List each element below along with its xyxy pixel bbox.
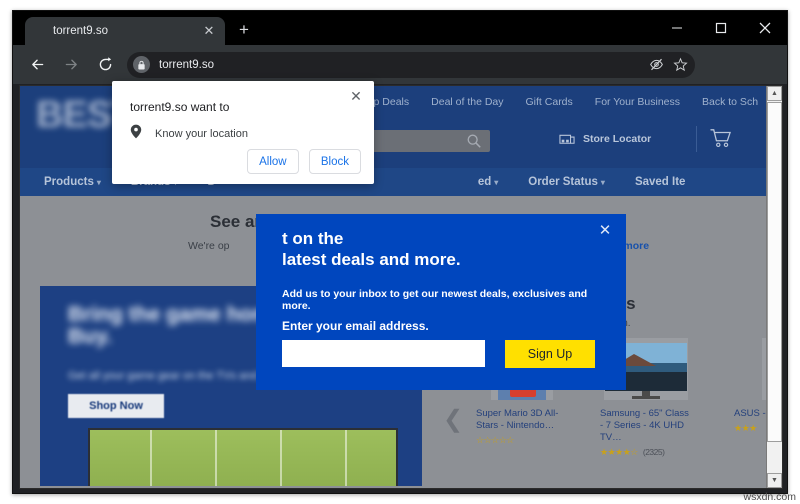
chevron-up-icon[interactable]: ▲	[767, 86, 782, 101]
forward-arrow-icon	[57, 51, 85, 79]
address-bar[interactable]: torrent9.so	[127, 51, 695, 78]
sub-nav-item-saved-items[interactable]: Saved Ite	[635, 176, 686, 188]
product-review-count: (2325)	[642, 446, 665, 457]
page-scrollbar[interactable]: ▲ ▼	[766, 86, 782, 488]
lock-icon	[133, 56, 150, 73]
search-icon	[466, 133, 482, 149]
sub-nav-item-order-status[interactable]: Order Status ▾	[528, 176, 605, 188]
sub-nav-item-3[interactable]: ed ▾	[478, 176, 498, 188]
product-title: Samsung - 65" Class - 7 Series - 4K UHD …	[600, 408, 689, 443]
block-button[interactable]: Block	[308, 149, 361, 174]
permission-title: torrent9.so want to	[130, 100, 230, 114]
back-arrow-icon[interactable]	[23, 51, 51, 79]
watermark: wsxdn.com	[743, 491, 796, 503]
location-permission-dialog: ✕ torrent9.so want to Know your location…	[112, 81, 374, 184]
email-field-label: Enter your email address.	[282, 319, 429, 333]
tab-close-icon[interactable]: ✕	[201, 23, 217, 39]
maximize-icon[interactable]	[699, 11, 743, 45]
sub-nav-item-products[interactable]: Products ▾	[44, 176, 101, 188]
email-input[interactable]	[282, 340, 485, 367]
email-signup-modal: ✕ t on the latest deals and more. Add us…	[256, 214, 626, 390]
permission-actions: Allow Block	[246, 149, 361, 174]
product-stars: ★★★	[734, 422, 757, 433]
modal-heading-line1: t on the	[282, 229, 344, 248]
permission-row: Know your location	[130, 124, 248, 144]
window-controls	[655, 11, 787, 45]
scrollbar-thumb[interactable]	[767, 102, 782, 442]
tab-strip: torrent9.so ✕ +	[13, 11, 787, 45]
product-stars: ☆☆☆☆☆	[476, 434, 514, 445]
permission-label: Know your location	[155, 128, 248, 140]
site-top-nav: ards Top Deals Deal of the Day Gift Card…	[320, 96, 758, 108]
promo-subtext: We're op	[188, 240, 230, 252]
address-bar-actions	[645, 52, 691, 78]
allow-button[interactable]: Allow	[246, 149, 299, 174]
top-nav-item-4[interactable]: For Your Business	[595, 96, 680, 108]
new-tab-button[interactable]: +	[233, 19, 255, 41]
top-nav-item-2[interactable]: Deal of the Day	[431, 96, 503, 108]
modal-heading-line2: latest deals and more.	[282, 250, 461, 270]
tab-title: torrent9.so	[53, 25, 108, 37]
location-pin-icon	[130, 124, 142, 144]
star-icon[interactable]	[669, 54, 691, 76]
shopping-cart-button[interactable]	[710, 128, 732, 153]
screenshot-root: torrent9.so ✕ + torrent9.so Top Deals De…	[0, 0, 800, 504]
product-rating: ★★★★☆ (2325)	[600, 447, 692, 458]
reload-icon[interactable]	[91, 51, 119, 79]
sign-up-button[interactable]: Sign Up	[505, 340, 595, 368]
product-stars: ★★★★☆	[600, 446, 638, 457]
top-nav-item-5[interactable]: Back to Sch	[702, 96, 758, 108]
product-title: Super Mario 3D All-Stars - Nintendo…	[476, 408, 559, 431]
store-locator-label: Store Locator	[583, 133, 652, 145]
chevron-left-icon[interactable]: ❮	[443, 408, 463, 432]
modal-close-icon[interactable]: ✕	[596, 222, 614, 240]
shopping-cart-icon	[710, 128, 732, 153]
header-divider	[696, 126, 697, 152]
store-icon	[558, 130, 576, 148]
permission-close-icon[interactable]: ✕	[347, 87, 365, 105]
chevron-down-icon[interactable]: ▼	[767, 473, 782, 488]
hero-field-image	[88, 428, 398, 486]
minimize-icon[interactable]	[655, 11, 699, 45]
top-nav-item-3[interactable]: Gift Cards	[526, 96, 573, 108]
browser-toolbar: torrent9.so	[13, 45, 787, 84]
product-rating: ☆☆☆☆☆	[476, 435, 568, 446]
close-icon[interactable]	[743, 11, 787, 45]
shop-now-button[interactable]: Shop Now	[68, 394, 164, 418]
eye-crossed-out-icon[interactable]	[645, 54, 667, 76]
modal-heading: t on the latest deals and more.	[282, 228, 582, 271]
browser-tab[interactable]: torrent9.so ✕	[25, 17, 225, 45]
modal-subtext: Add us to your inbox to get our newest d…	[282, 288, 588, 312]
browser-window: torrent9.so ✕ + torrent9.so Top Deals De…	[12, 10, 788, 494]
store-locator-link[interactable]: Store Locator	[558, 130, 651, 148]
address-bar-url: torrent9.so	[159, 58, 214, 71]
